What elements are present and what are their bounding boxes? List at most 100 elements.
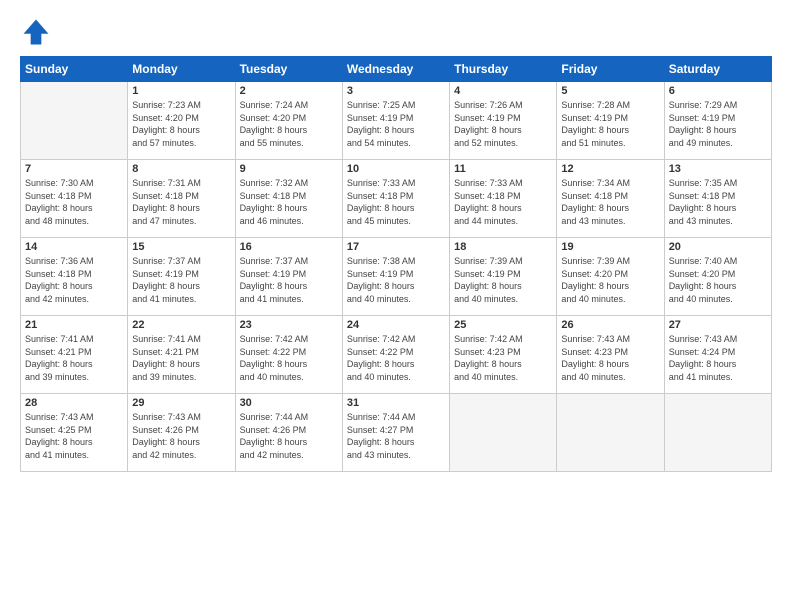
calendar-cell: 19 Sunrise: 7:39 AM Sunset: 4:20 PM Dayli…	[557, 238, 664, 316]
day-info: Sunrise: 7:42 AM Sunset: 4:22 PM Dayligh…	[347, 333, 445, 383]
day-number: 5	[561, 85, 659, 97]
calendar-cell: 8Sunrise: 7:31 AM Sunset: 4:18 PM Daylig…	[128, 160, 235, 238]
day-number: 31	[347, 397, 445, 409]
day-number: 30	[240, 397, 338, 409]
day-number: 17	[347, 241, 445, 253]
day-number: 10	[347, 163, 445, 175]
day-info: Sunrise: 7:35 AM Sunset: 4:18 PM Dayligh…	[669, 177, 767, 227]
calendar-week-2: 14 Sunrise: 7:36 AM Sunset: 4:18 PM Dayli…	[21, 238, 772, 316]
weekday-header-monday: Monday	[128, 57, 235, 82]
calendar-cell: 26Sunrise: 7:43 AM Sunset: 4:23 PM Dayli…	[557, 316, 664, 394]
calendar-cell: 6Sunrise: 7:29 AM Sunset: 4:19 PM Daylig…	[664, 82, 771, 160]
day-number: 14	[25, 241, 123, 253]
day-info: Sunrise: 7:24 AM Sunset: 4:20 PM Dayligh…	[240, 99, 338, 149]
calendar-week-1: 7 Sunrise: 7:30 AM Sunset: 4:18 PM Daylig…	[21, 160, 772, 238]
day-info: Sunrise: 7:43 AM Sunset: 4:23 PM Dayligh…	[561, 333, 659, 383]
weekday-header-sunday: Sunday	[21, 57, 128, 82]
calendar-week-4: 28Sunrise: 7:43 AM Sunset: 4:25 PM Dayli…	[21, 394, 772, 472]
calendar-week-0: 1 Sunrise: 7:23 AM Sunset: 4:20 PM Daylig…	[21, 82, 772, 160]
logo-icon	[20, 16, 52, 48]
calendar-cell: 13 Sunrise: 7:35 AM Sunset: 4:18 PM Dayli…	[664, 160, 771, 238]
calendar-cell: 11Sunrise: 7:33 AM Sunset: 4:18 PM Dayli…	[450, 160, 557, 238]
day-number: 15	[132, 241, 230, 253]
weekday-row: SundayMondayTuesdayWednesdayThursdayFrid…	[21, 57, 772, 82]
day-info: Sunrise: 7:39 AM Sunset: 4:20 PM Dayligh…	[561, 255, 659, 305]
logo	[20, 16, 56, 48]
day-info: Sunrise: 7:43 AM Sunset: 4:26 PM Dayligh…	[132, 411, 230, 461]
calendar-table: SundayMondayTuesdayWednesdayThursdayFrid…	[20, 56, 772, 472]
day-number: 19	[561, 241, 659, 253]
day-number: 9	[240, 163, 338, 175]
calendar-cell: 24 Sunrise: 7:42 AM Sunset: 4:22 PM Dayli…	[342, 316, 449, 394]
day-number: 16	[240, 241, 338, 253]
day-info: Sunrise: 7:30 AM Sunset: 4:18 PM Dayligh…	[25, 177, 123, 227]
calendar-cell: 4 Sunrise: 7:26 AM Sunset: 4:19 PM Daylig…	[450, 82, 557, 160]
day-number: 23	[240, 319, 338, 331]
day-info: Sunrise: 7:32 AM Sunset: 4:18 PM Dayligh…	[240, 177, 338, 227]
day-number: 18	[454, 241, 552, 253]
calendar-cell: 20 Sunrise: 7:40 AM Sunset: 4:20 PM Dayli…	[664, 238, 771, 316]
day-info: Sunrise: 7:26 AM Sunset: 4:19 PM Dayligh…	[454, 99, 552, 149]
day-number: 29	[132, 397, 230, 409]
calendar-cell: 31 Sunrise: 7:44 AM Sunset: 4:27 PM Dayli…	[342, 394, 449, 472]
day-info: Sunrise: 7:28 AM Sunset: 4:19 PM Dayligh…	[561, 99, 659, 149]
calendar-cell	[557, 394, 664, 472]
day-info: Sunrise: 7:23 AM Sunset: 4:20 PM Dayligh…	[132, 99, 230, 149]
day-number: 27	[669, 319, 767, 331]
calendar-cell: 21Sunrise: 7:41 AM Sunset: 4:21 PM Dayli…	[21, 316, 128, 394]
calendar-cell: 1 Sunrise: 7:23 AM Sunset: 4:20 PM Daylig…	[128, 82, 235, 160]
day-number: 25	[454, 319, 552, 331]
day-number: 1	[132, 85, 230, 97]
day-info: Sunrise: 7:38 AM Sunset: 4:19 PM Dayligh…	[347, 255, 445, 305]
calendar-week-3: 21Sunrise: 7:41 AM Sunset: 4:21 PM Dayli…	[21, 316, 772, 394]
day-info: Sunrise: 7:43 AM Sunset: 4:24 PM Dayligh…	[669, 333, 767, 383]
day-number: 7	[25, 163, 123, 175]
day-info: Sunrise: 7:31 AM Sunset: 4:18 PM Dayligh…	[132, 177, 230, 227]
calendar-header: SundayMondayTuesdayWednesdayThursdayFrid…	[21, 57, 772, 82]
calendar-cell: 2 Sunrise: 7:24 AM Sunset: 4:20 PM Daylig…	[235, 82, 342, 160]
calendar-cell: 30Sunrise: 7:44 AM Sunset: 4:26 PM Dayli…	[235, 394, 342, 472]
weekday-header-thursday: Thursday	[450, 57, 557, 82]
calendar-cell: 28Sunrise: 7:43 AM Sunset: 4:25 PM Dayli…	[21, 394, 128, 472]
day-info: Sunrise: 7:37 AM Sunset: 4:19 PM Dayligh…	[240, 255, 338, 305]
calendar-cell: 3 Sunrise: 7:25 AM Sunset: 4:19 PM Daylig…	[342, 82, 449, 160]
calendar-cell: 27 Sunrise: 7:43 AM Sunset: 4:24 PM Dayli…	[664, 316, 771, 394]
day-number: 2	[240, 85, 338, 97]
day-info: Sunrise: 7:25 AM Sunset: 4:19 PM Dayligh…	[347, 99, 445, 149]
day-info: Sunrise: 7:43 AM Sunset: 4:25 PM Dayligh…	[25, 411, 123, 461]
calendar-cell: 25Sunrise: 7:42 AM Sunset: 4:23 PM Dayli…	[450, 316, 557, 394]
day-number: 24	[347, 319, 445, 331]
day-number: 12	[561, 163, 659, 175]
weekday-header-wednesday: Wednesday	[342, 57, 449, 82]
calendar-cell: 22 Sunrise: 7:41 AM Sunset: 4:21 PM Dayli…	[128, 316, 235, 394]
day-number: 3	[347, 85, 445, 97]
calendar-cell: 9 Sunrise: 7:32 AM Sunset: 4:18 PM Daylig…	[235, 160, 342, 238]
calendar-cell	[450, 394, 557, 472]
day-number: 11	[454, 163, 552, 175]
weekday-header-tuesday: Tuesday	[235, 57, 342, 82]
day-info: Sunrise: 7:36 AM Sunset: 4:18 PM Dayligh…	[25, 255, 123, 305]
day-info: Sunrise: 7:39 AM Sunset: 4:19 PM Dayligh…	[454, 255, 552, 305]
day-info: Sunrise: 7:40 AM Sunset: 4:20 PM Dayligh…	[669, 255, 767, 305]
calendar-cell: 23Sunrise: 7:42 AM Sunset: 4:22 PM Dayli…	[235, 316, 342, 394]
calendar-cell: 7 Sunrise: 7:30 AM Sunset: 4:18 PM Daylig…	[21, 160, 128, 238]
day-info: Sunrise: 7:33 AM Sunset: 4:18 PM Dayligh…	[347, 177, 445, 227]
day-number: 4	[454, 85, 552, 97]
day-info: Sunrise: 7:41 AM Sunset: 4:21 PM Dayligh…	[25, 333, 123, 383]
day-number: 13	[669, 163, 767, 175]
day-info: Sunrise: 7:34 AM Sunset: 4:18 PM Dayligh…	[561, 177, 659, 227]
weekday-header-friday: Friday	[557, 57, 664, 82]
day-number: 20	[669, 241, 767, 253]
calendar-cell	[21, 82, 128, 160]
calendar-cell: 16 Sunrise: 7:37 AM Sunset: 4:19 PM Dayli…	[235, 238, 342, 316]
day-info: Sunrise: 7:44 AM Sunset: 4:27 PM Dayligh…	[347, 411, 445, 461]
calendar-cell: 5 Sunrise: 7:28 AM Sunset: 4:19 PM Daylig…	[557, 82, 664, 160]
day-info: Sunrise: 7:41 AM Sunset: 4:21 PM Dayligh…	[132, 333, 230, 383]
calendar-cell: 12 Sunrise: 7:34 AM Sunset: 4:18 PM Dayli…	[557, 160, 664, 238]
calendar-cell	[664, 394, 771, 472]
calendar-cell: 29 Sunrise: 7:43 AM Sunset: 4:26 PM Dayli…	[128, 394, 235, 472]
page: SundayMondayTuesdayWednesdayThursdayFrid…	[0, 0, 792, 612]
day-number: 22	[132, 319, 230, 331]
calendar-body: 1 Sunrise: 7:23 AM Sunset: 4:20 PM Daylig…	[21, 82, 772, 472]
header	[20, 16, 772, 48]
